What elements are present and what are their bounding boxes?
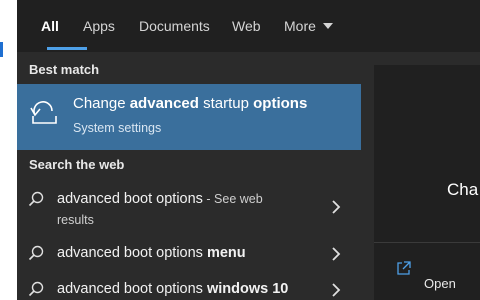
chevron-right-icon bbox=[332, 247, 341, 261]
tab-all[interactable]: All bbox=[41, 17, 59, 37]
web-result-2[interactable]: advanced boot options menu bbox=[17, 242, 361, 266]
chevron-down-icon bbox=[322, 23, 333, 30]
search-web-heading: Search the web bbox=[29, 157, 125, 172]
active-tab-indicator bbox=[47, 47, 87, 50]
search-icon bbox=[28, 245, 44, 261]
window-edge bbox=[0, 0, 17, 300]
edge-accent bbox=[0, 42, 3, 57]
open-action[interactable]: Open bbox=[424, 276, 456, 291]
search-filter-bar: All Apps Documents Web More bbox=[17, 0, 480, 52]
web-result-3[interactable]: advanced boot options windows 10 bbox=[17, 278, 361, 300]
preview-pane: Cha Open bbox=[361, 52, 480, 300]
preview-divider bbox=[374, 242, 480, 243]
open-icon bbox=[397, 261, 411, 275]
web-result-2-text: advanced boot options menu bbox=[57, 245, 246, 261]
results-pane: Best match Change advanced startup optio… bbox=[17, 52, 361, 300]
best-match-title: Change advanced startup options bbox=[73, 95, 308, 112]
tab-web[interactable]: Web bbox=[232, 17, 261, 37]
web-result-1-text-cont: results bbox=[57, 213, 94, 227]
preview-card: Cha Open bbox=[374, 65, 480, 300]
chevron-right-icon bbox=[332, 200, 341, 214]
search-icon bbox=[28, 191, 44, 207]
startup-recovery-icon bbox=[30, 101, 57, 124]
tab-more-label: More bbox=[284, 18, 316, 34]
tab-more[interactable]: More bbox=[284, 17, 333, 37]
web-result-1[interactable]: advanced boot options - See web results bbox=[17, 184, 361, 230]
preview-title: Cha bbox=[447, 180, 479, 199]
search-icon bbox=[28, 281, 44, 297]
chevron-right-icon bbox=[332, 283, 341, 297]
web-result-3-text: advanced boot options windows 10 bbox=[57, 281, 289, 297]
best-match-subtitle: System settings bbox=[73, 121, 162, 135]
best-match-heading: Best match bbox=[29, 62, 100, 77]
tab-documents[interactable]: Documents bbox=[139, 17, 210, 37]
tab-apps[interactable]: Apps bbox=[83, 17, 115, 37]
web-result-1-text: advanced boot options - See web bbox=[57, 191, 263, 207]
best-match-item[interactable]: Change advanced startup options System s… bbox=[17, 84, 361, 150]
